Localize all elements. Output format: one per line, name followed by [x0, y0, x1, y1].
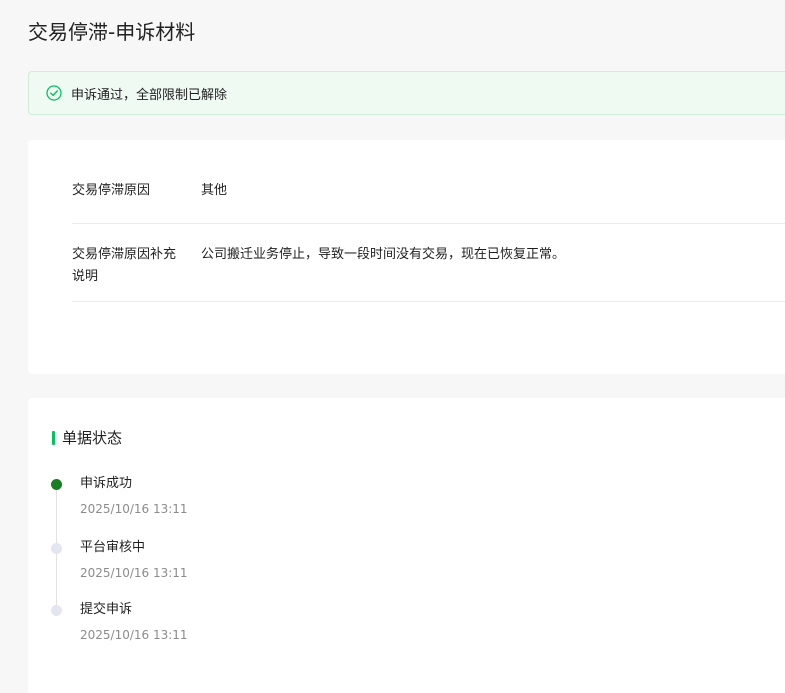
- notice-text: 申诉通过，全部限制已解除: [71, 87, 228, 103]
- timeline-dot: [51, 605, 62, 616]
- timeline-dot-active: [51, 479, 62, 490]
- timeline-item-title: 平台审核中: [80, 540, 146, 555]
- page-title: 交易停滞-申诉材料: [28, 20, 196, 44]
- appeal-materials-page: 交易停滞-申诉材料 申诉通过，全部限制已解除 交易停滞原因 其他 交易停滞原因补…: [0, 0, 785, 693]
- timeline-item: 申诉成功 2025/10/16 13:11: [28, 473, 785, 523]
- info-row-label: 交易停滞原因补充说明: [72, 247, 177, 284]
- info-row-value: 公司搬迁业务停止，导致一段时间没有交易，现在已恢复正常。: [201, 247, 566, 262]
- timeline-item-time: 2025/10/16 13:11: [80, 566, 188, 580]
- info-row-value: 其他: [201, 183, 228, 198]
- timeline-item-time: 2025/10/16 13:11: [80, 502, 188, 516]
- timeline-item: 平台审核中 2025/10/16 13:11: [28, 537, 785, 587]
- appeal-info-card: 交易停滞原因 其他 交易停滞原因补充说明 公司搬迁业务停止，导致一段时间没有交易…: [28, 140, 785, 374]
- timeline-dot: [51, 543, 62, 554]
- info-row-label: 交易停滞原因: [72, 183, 151, 198]
- timeline-item-title: 提交申诉: [80, 602, 133, 617]
- timeline-item-title: 申诉成功: [80, 476, 133, 491]
- info-row-reason-detail: 交易停滞原因补充说明 公司搬迁业务停止，导致一段时间没有交易，现在已恢复正常。: [72, 244, 785, 302]
- status-timeline: 申诉成功 2025/10/16 13:11 平台审核中 2025/10/16 1…: [28, 398, 785, 693]
- info-row-reason: 交易停滞原因 其他: [72, 180, 785, 224]
- check-circle-icon: [46, 85, 62, 101]
- timeline-item: 提交申诉 2025/10/16 13:11: [28, 599, 785, 649]
- approval-notice-banner: 申诉通过，全部限制已解除: [28, 71, 785, 115]
- document-status-card: 单据状态 申诉成功 2025/10/16 13:11 平台审核中 2025/10…: [28, 398, 785, 693]
- timeline-item-time: 2025/10/16 13:11: [80, 628, 188, 642]
